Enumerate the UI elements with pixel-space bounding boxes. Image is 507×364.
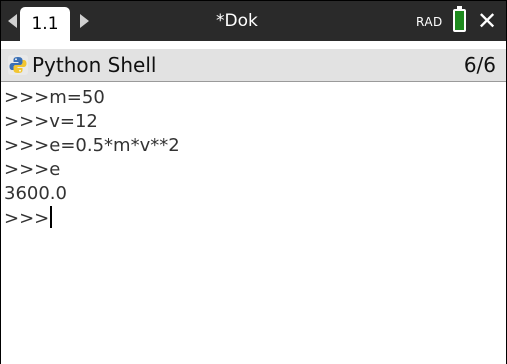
shell-line: >>>v=12 (4, 111, 98, 132)
next-tab-arrow-icon[interactable] (80, 14, 89, 28)
document-title: *Dok (216, 11, 258, 31)
angle-mode-indicator: RAD (416, 15, 443, 29)
shell-line: >>>m=50 (4, 87, 105, 108)
shell-output-value: 3600.0 (4, 183, 67, 204)
text-cursor (50, 206, 53, 228)
calculator-screen: 1.1 *Dok RAD ✕ Python Shell 6/6 >>>m=50 … (0, 0, 507, 364)
page-indicator: 6/6 (463, 53, 496, 77)
shell-line: >>>e=0.5*m*v**2 (4, 135, 180, 156)
battery-icon (453, 9, 466, 32)
shell-line: >>>e (4, 159, 61, 180)
tab-label: 1.1 (31, 14, 59, 34)
app-title-bar: Python Shell 6/6 (1, 49, 506, 82)
shell-output-area[interactable]: >>>m=50 >>>v=12 >>>e=0.5*m*v**2 >>>e 360… (1, 82, 506, 364)
shell-prompt: >>> (4, 208, 50, 229)
close-icon[interactable]: ✕ (477, 7, 497, 35)
tab-1-1[interactable]: 1.1 (20, 7, 70, 41)
app-title: Python Shell (32, 53, 157, 77)
previous-tab-arrow-icon[interactable] (8, 14, 17, 28)
python-icon (8, 55, 28, 75)
shell-prompt-line[interactable]: >>> (4, 206, 53, 231)
status-bar: 1.1 *Dok RAD ✕ (1, 1, 506, 41)
